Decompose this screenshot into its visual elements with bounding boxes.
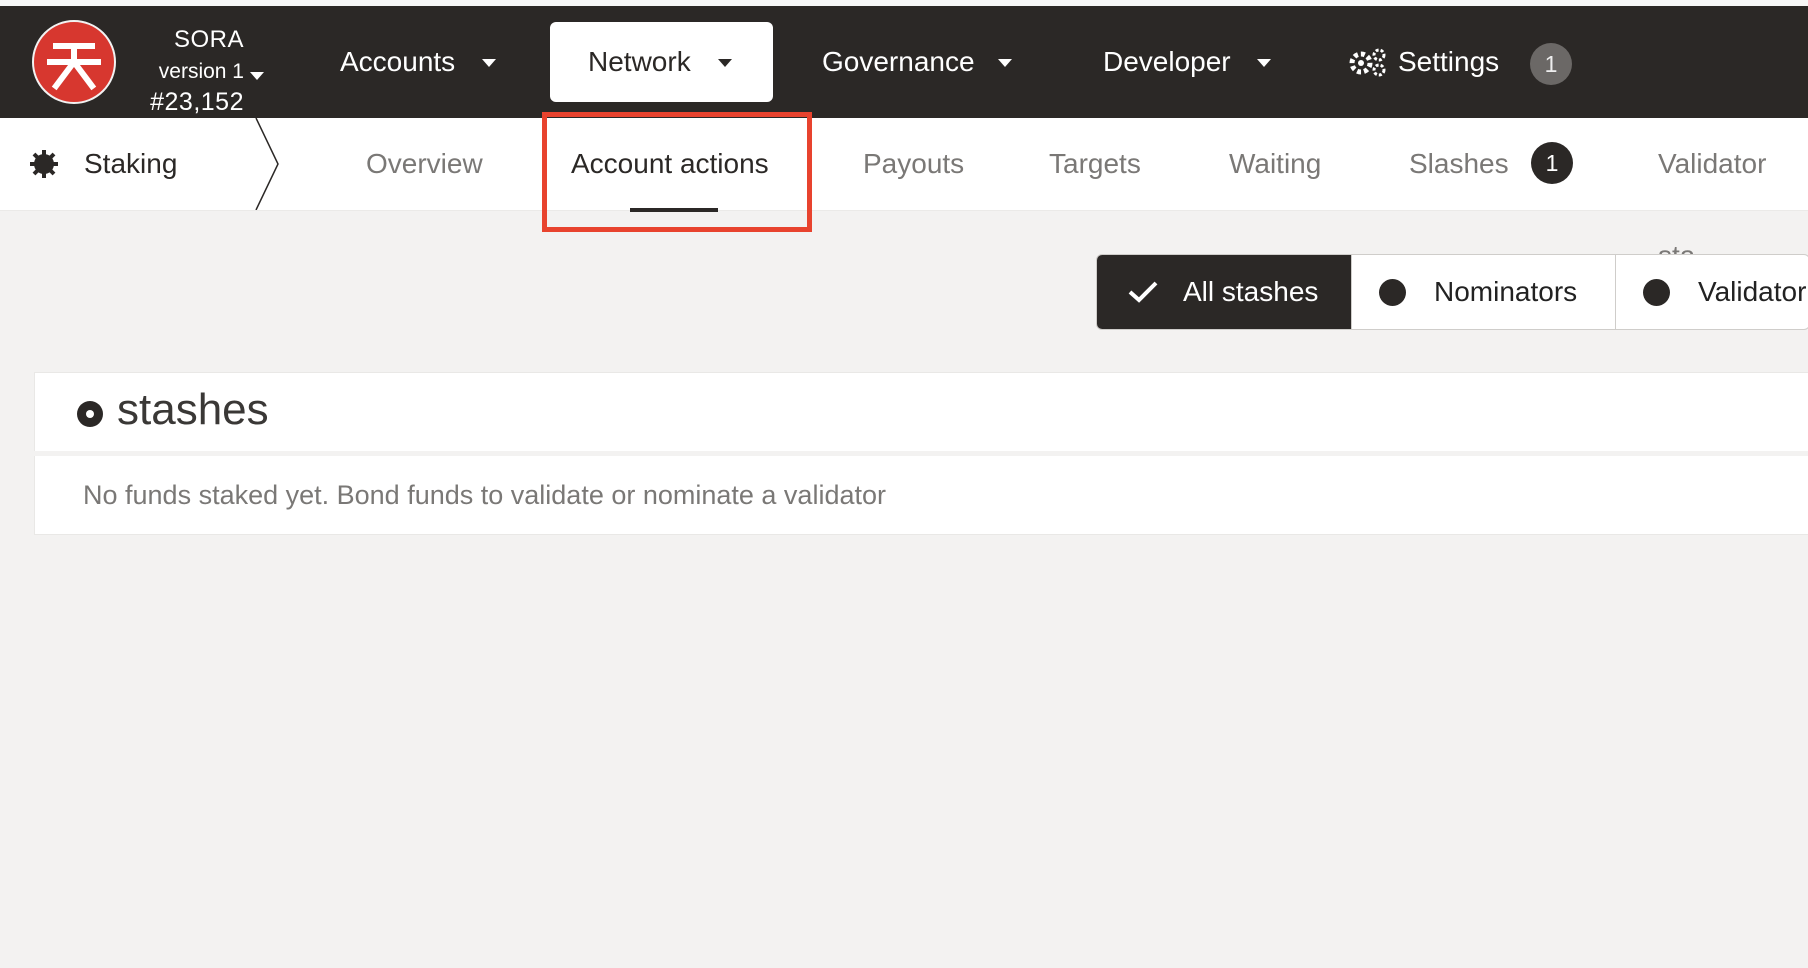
- checkmark-icon: [1128, 281, 1158, 303]
- stash-circle-icon: [77, 401, 103, 427]
- menu-settings[interactable]: Settings: [1348, 22, 1518, 102]
- filter-nominators-label: Nominators: [1434, 276, 1578, 307]
- chevron-down-icon: [482, 59, 496, 67]
- chevron-down-icon: [1257, 59, 1271, 67]
- menu-network-label: Network: [588, 46, 691, 77]
- filter-validators[interactable]: Validator: [1616, 255, 1808, 329]
- staking-gear-icon: [30, 150, 58, 178]
- filter-nominators[interactable]: Nominators: [1352, 255, 1615, 329]
- breadcrumb-chevron-icon: [255, 118, 279, 210]
- empty-state-message: No funds staked yet. Bond funds to valid…: [83, 480, 886, 510]
- chevron-down-icon: [998, 59, 1012, 67]
- radio-dot-icon: [1643, 279, 1670, 306]
- settings-notification-badge: 1: [1530, 43, 1572, 85]
- filter-all-stashes-label: All stashes: [1183, 276, 1319, 307]
- tab-waiting[interactable]: Waiting: [1229, 118, 1321, 210]
- tab-validator-stats[interactable]: Validator sta: [1658, 118, 1808, 271]
- radio-dot-icon: [1379, 279, 1406, 306]
- sora-logo-icon[interactable]: [32, 20, 116, 104]
- menu-developer-label: Developer: [1103, 46, 1231, 77]
- stashes-panel-title: stashes: [117, 385, 269, 434]
- menu-settings-label: Settings: [1398, 46, 1500, 77]
- chevron-down-icon: [718, 59, 732, 67]
- tab-payouts[interactable]: Payouts: [863, 118, 964, 210]
- stashes-panel-header: stashes: [34, 372, 1808, 451]
- top-navigation-bar: SORA version 1 #23,152 Accounts Network …: [0, 6, 1808, 118]
- menu-governance-label: Governance: [822, 46, 975, 77]
- filter-all-stashes[interactable]: All stashes: [1097, 255, 1351, 329]
- gears-icon: [1349, 48, 1386, 77]
- menu-governance[interactable]: Governance: [822, 22, 1022, 102]
- menu-accounts-label: Accounts: [340, 46, 456, 77]
- menu-accounts[interactable]: Accounts: [340, 22, 510, 102]
- highlight-box: [542, 112, 812, 232]
- section-title-staking[interactable]: Staking: [84, 118, 177, 210]
- tab-overview[interactable]: Overview: [366, 118, 483, 210]
- chevron-down-icon: [250, 72, 264, 80]
- chain-version: version 1: [158, 60, 244, 83]
- slashes-count-badge: 1: [1531, 142, 1573, 184]
- tab-targets[interactable]: Targets: [1049, 118, 1141, 210]
- filter-validators-label: Validator: [1698, 276, 1807, 307]
- chain-name: SORA: [173, 26, 244, 53]
- chain-selector[interactable]: SORA version 1 #23,152: [132, 20, 272, 116]
- tab-slashes[interactable]: Slashes: [1409, 118, 1509, 210]
- best-block-number: #23,152: [150, 88, 244, 116]
- stashes-panel-body: No funds staked yet. Bond funds to valid…: [34, 456, 1808, 535]
- menu-developer[interactable]: Developer: [1103, 22, 1283, 102]
- menu-network[interactable]: Network: [550, 22, 773, 102]
- stash-filter-toggle: All stashes Nominators Validator: [1096, 254, 1808, 330]
